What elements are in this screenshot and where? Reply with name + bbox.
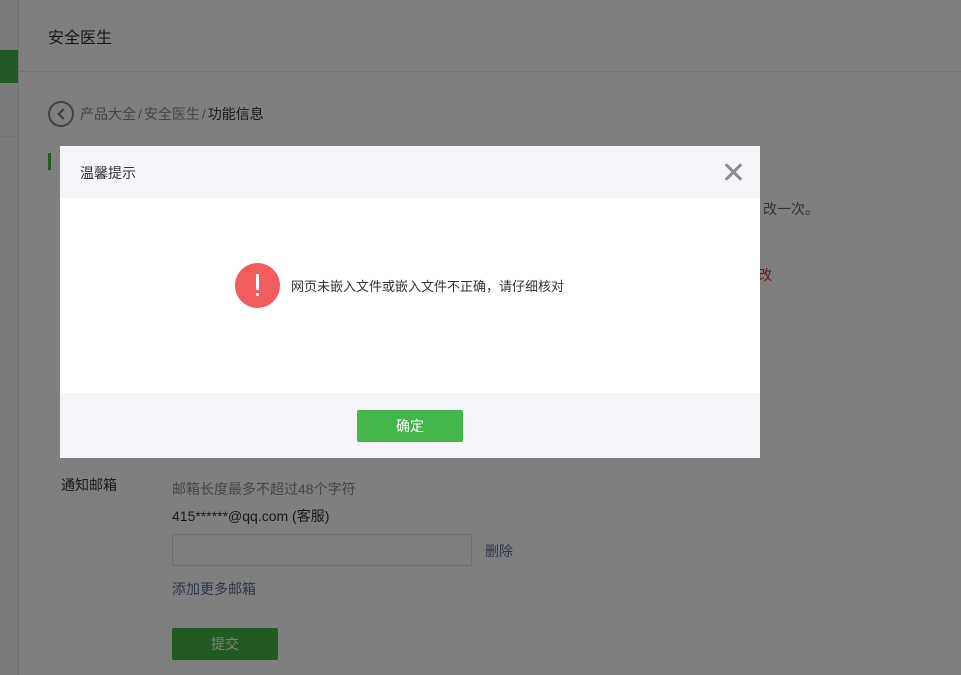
dialog-header: 温馨提示 [60,146,760,198]
confirm-button[interactable]: 确定 [357,410,463,442]
close-icon[interactable] [722,161,744,183]
exclamation-icon [235,263,280,308]
dialog-message: 网页未嵌入文件或嵌入文件不正确，请仔细核对 [291,279,565,294]
dialog-body: 网页未嵌入文件或嵌入文件不正确，请仔细核对 [60,198,760,393]
dialog-title: 温馨提示 [80,165,136,181]
alert-dialog: 温馨提示 网页未嵌入文件或嵌入文件不正确，请仔细核对 确定 [60,146,760,458]
dialog-footer: 确定 [60,393,760,458]
